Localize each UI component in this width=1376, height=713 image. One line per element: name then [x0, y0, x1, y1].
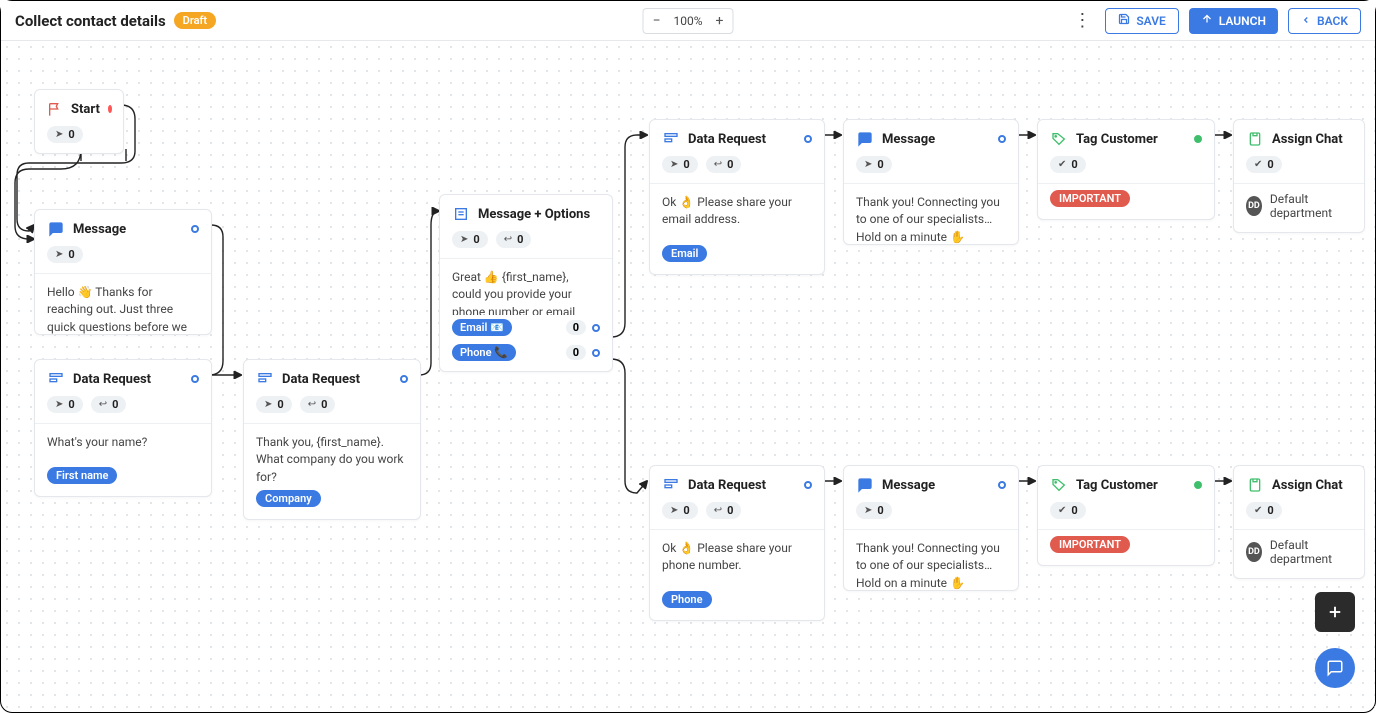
- chat-widget-button[interactable]: [1315, 648, 1355, 688]
- tag-chip: IMPORTANT: [1050, 190, 1130, 207]
- node-data-request-company[interactable]: Data Request ➤0 ↩0 Thank you, {first_nam…: [243, 359, 421, 520]
- message-icon: [856, 130, 874, 148]
- options-icon: [452, 205, 470, 223]
- assign-icon: [1246, 130, 1264, 148]
- node-message-thanks-2[interactable]: Message ➤0 Thank you! Connecting you to …: [843, 465, 1019, 591]
- flag-icon: [47, 100, 63, 118]
- save-icon: [1118, 13, 1130, 28]
- message-icon: [47, 220, 65, 238]
- option-port[interactable]: [592, 324, 600, 332]
- node-tag-customer-1[interactable]: Tag Customer ✔0 IMPORTANT: [1037, 119, 1215, 220]
- node-message-options[interactable]: Message + Options ➤0 ↩0 Great 👍 {first_n…: [439, 194, 613, 372]
- back-button[interactable]: BACK: [1288, 8, 1361, 34]
- output-port[interactable]: [1194, 481, 1202, 489]
- output-port[interactable]: [804, 481, 812, 489]
- node-data-request-name[interactable]: Data Request ➤0 ↩0 What's your name? Fir…: [34, 359, 212, 497]
- node-data-request-email[interactable]: Data Request ➤0 ↩0 Ok 👌 Please share you…: [649, 119, 825, 275]
- output-port[interactable]: [191, 225, 199, 233]
- assign-icon: [1246, 476, 1264, 494]
- department-badge: DD: [1246, 542, 1262, 562]
- launch-icon: [1201, 13, 1213, 28]
- zoom-out-button[interactable]: −: [643, 9, 669, 33]
- tag-icon: [1050, 130, 1068, 148]
- node-body: Hello 👋 Thanks for reaching out. Just th…: [35, 274, 211, 334]
- check-icon: ✔: [1058, 159, 1066, 170]
- reply-icon: ↩: [99, 399, 107, 410]
- status-badge: Draft: [174, 12, 216, 29]
- option-port[interactable]: [592, 349, 600, 357]
- zoom-control: − 100% +: [642, 8, 733, 34]
- message-icon: [856, 476, 874, 494]
- node-data-request-phone[interactable]: Data Request ➤0 ↩0 Ok 👌 Please share you…: [649, 465, 825, 621]
- department-label: Default department: [1270, 538, 1352, 566]
- data-request-icon: [662, 130, 680, 148]
- page-title: Collect contact details: [15, 12, 166, 30]
- department-label: Default department: [1270, 192, 1352, 220]
- output-port[interactable]: [400, 375, 408, 383]
- node-message-thanks-1[interactable]: Message ➤0 Thank you! Connecting you to …: [843, 119, 1019, 245]
- field-chip: Phone: [662, 591, 712, 608]
- send-icon: ➤: [55, 129, 63, 140]
- output-port[interactable]: [191, 375, 199, 383]
- output-port[interactable]: [804, 135, 812, 143]
- department-badge: DD: [1246, 196, 1262, 216]
- save-button[interactable]: SAVE: [1105, 8, 1178, 34]
- output-port[interactable]: [108, 105, 112, 113]
- add-node-button[interactable]: [1315, 592, 1355, 632]
- field-chip: First name: [47, 467, 117, 484]
- launch-button[interactable]: LAUNCH: [1189, 8, 1278, 34]
- output-port[interactable]: [1194, 135, 1202, 143]
- data-request-icon: [47, 370, 65, 388]
- node-assign-chat-1[interactable]: Assign Chat ✔0 DD Default department: [1233, 119, 1365, 233]
- tag-icon: [1050, 476, 1068, 494]
- output-port[interactable]: [998, 481, 1006, 489]
- tag-chip: IMPORTANT: [1050, 536, 1130, 553]
- more-menu-icon[interactable]: ⋮: [1069, 10, 1095, 31]
- back-icon: [1301, 14, 1311, 28]
- field-chip: Email: [662, 245, 707, 262]
- option-email[interactable]: Email 📧 0: [440, 315, 612, 340]
- field-chip: Company: [256, 490, 321, 507]
- output-port[interactable]: [998, 135, 1006, 143]
- node-start[interactable]: Start ➤0: [34, 89, 124, 154]
- node-message-intro[interactable]: Message ➤0 Hello 👋 Thanks for reaching o…: [34, 209, 212, 335]
- node-tag-customer-2[interactable]: Tag Customer ✔0 IMPORTANT: [1037, 465, 1215, 566]
- zoom-in-button[interactable]: +: [707, 9, 733, 33]
- flow-canvas[interactable]: Start ➤0 Message ➤0 Hello 👋 Thanks for r…: [1, 41, 1375, 712]
- data-request-icon: [662, 476, 680, 494]
- zoom-value: 100%: [669, 14, 706, 28]
- option-phone[interactable]: Phone 📞 0: [440, 340, 612, 371]
- data-request-icon: [256, 370, 274, 388]
- node-assign-chat-2[interactable]: Assign Chat ✔0 DD Default department: [1233, 465, 1365, 579]
